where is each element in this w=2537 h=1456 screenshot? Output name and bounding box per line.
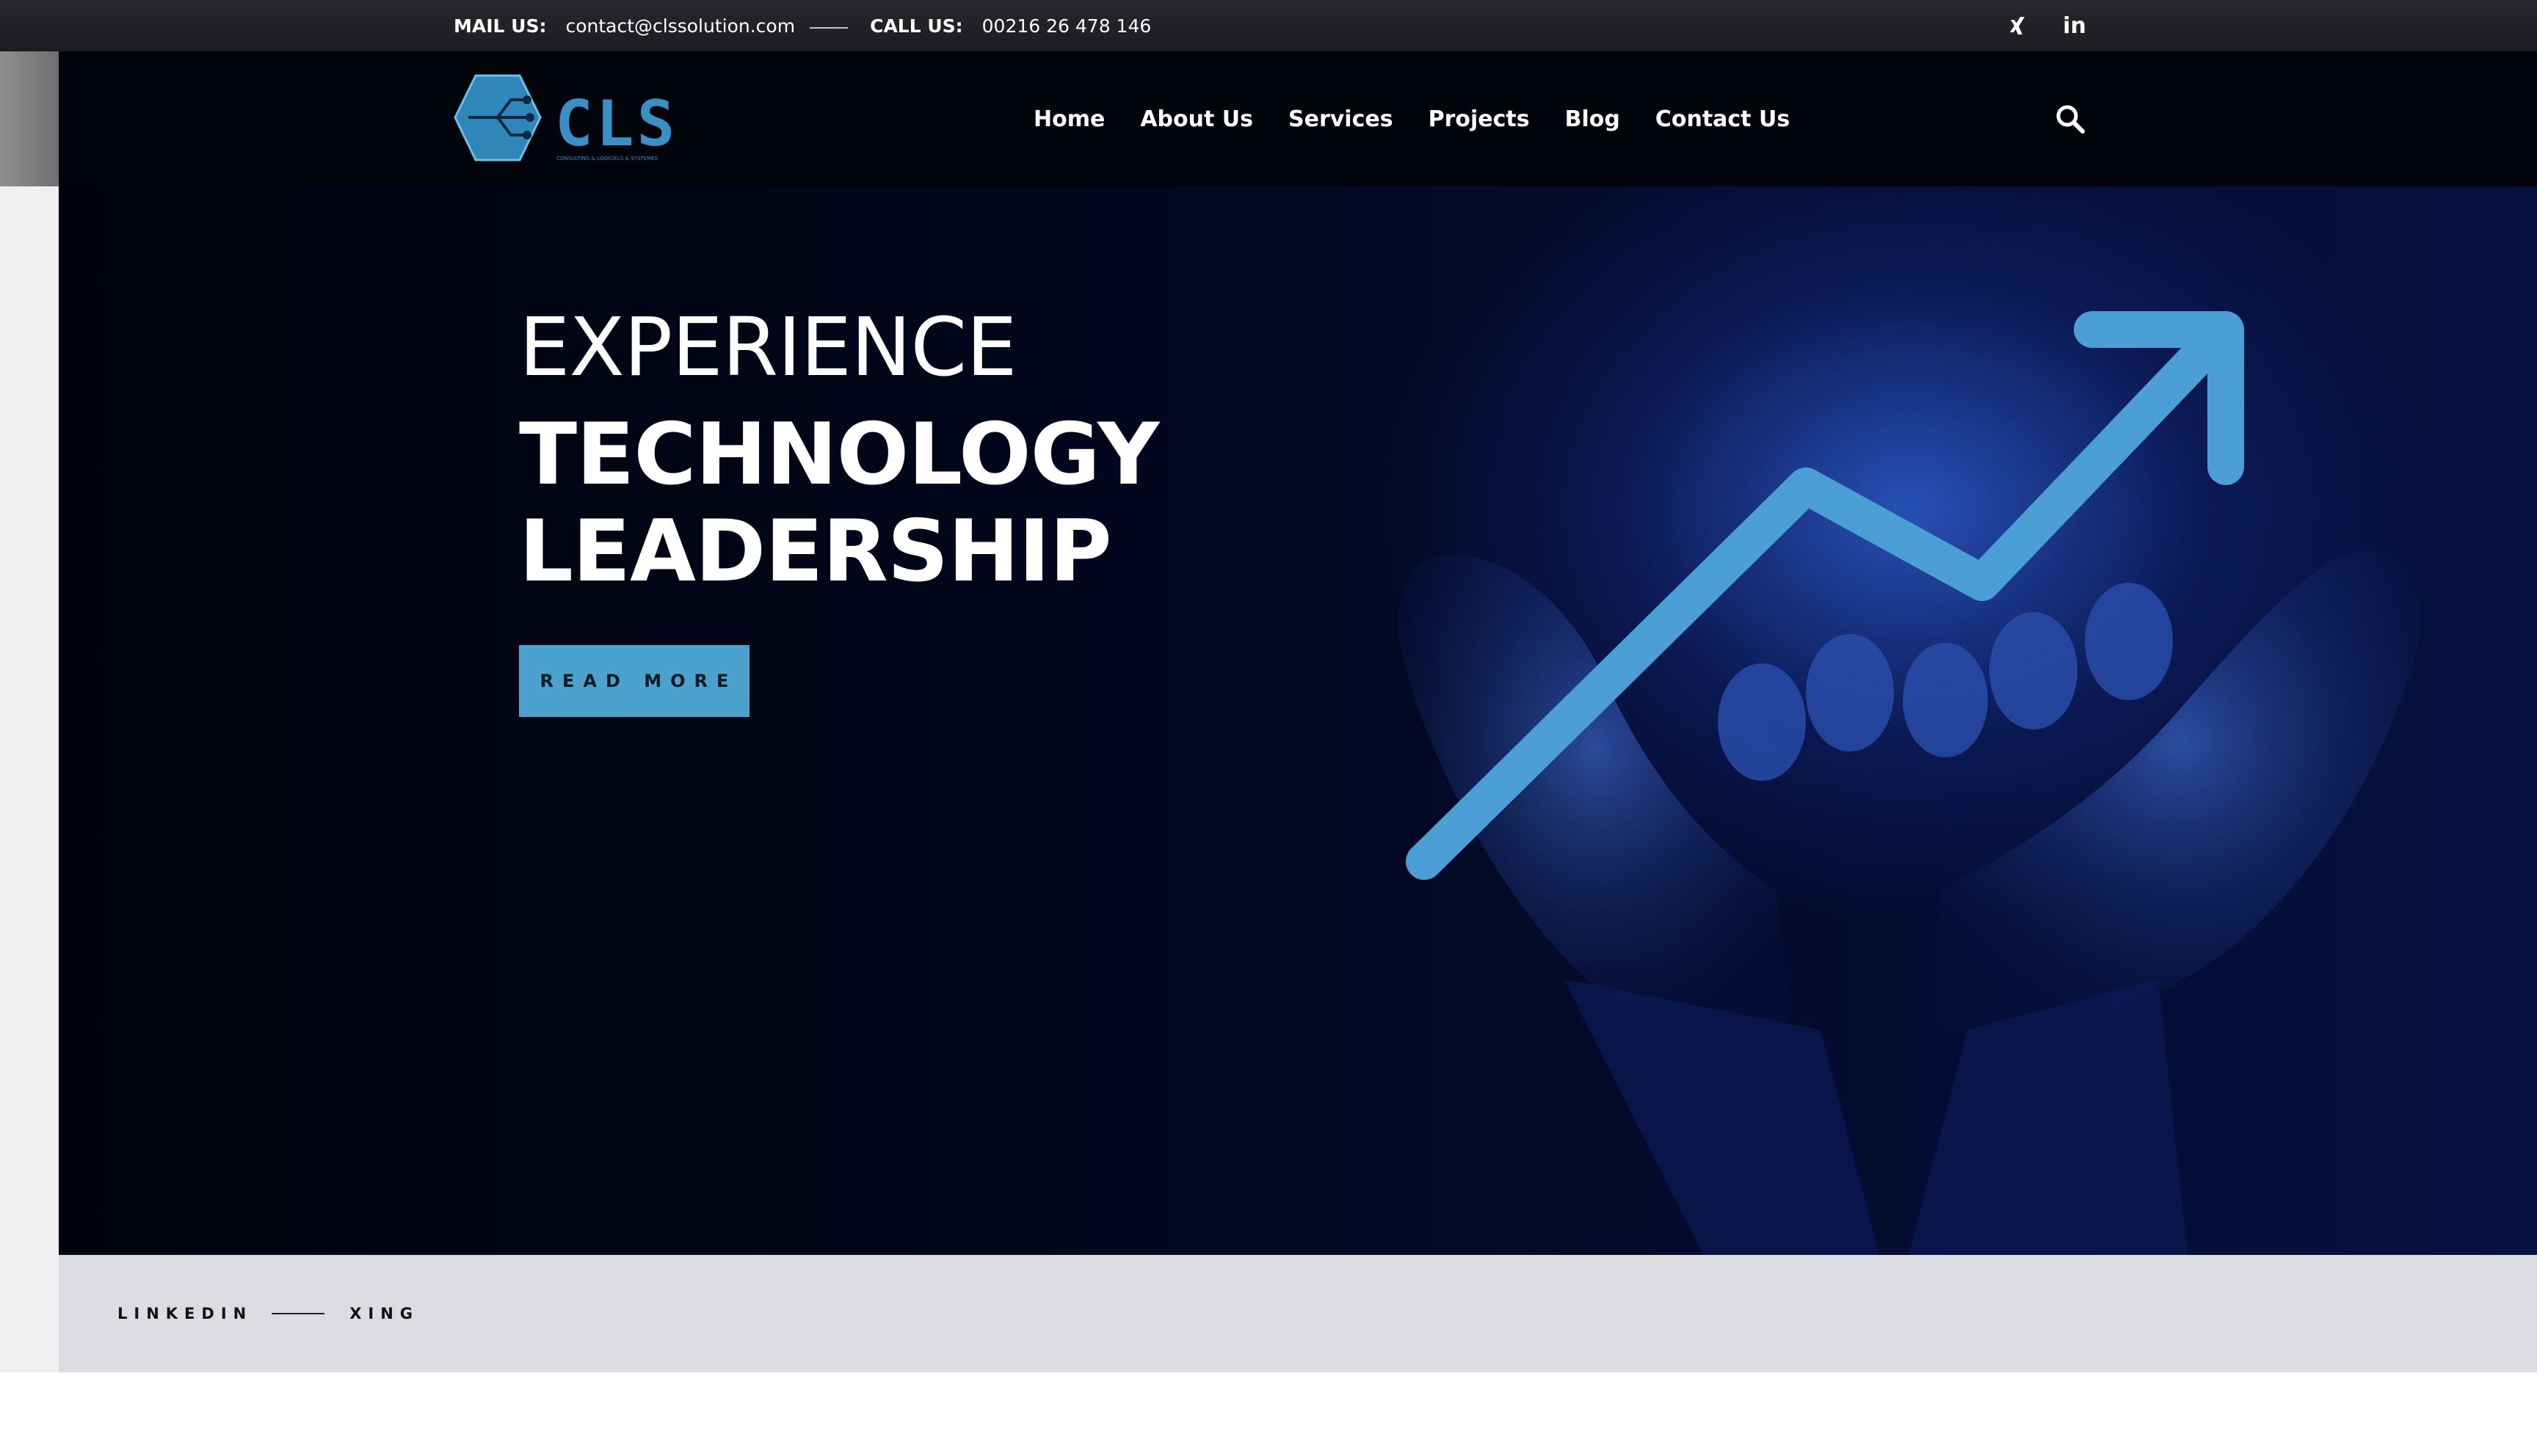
fingertips [1718,583,2173,781]
xing-link[interactable]: XING [349,1305,419,1322]
nav-services[interactable]: Services [1288,106,1393,132]
nav-contact-us[interactable]: Contact Us [1655,106,1790,132]
nav-about-us[interactable]: About Us [1140,106,1253,132]
nav-projects[interactable]: Projects [1429,106,1530,132]
left-edge-strip [0,51,59,1372]
nav-home[interactable]: Home [1034,106,1105,132]
hands-arrow-illustration [1398,311,2421,1255]
left-hand [1398,556,1791,1041]
nav-blog[interactable]: Blog [1565,106,1620,132]
top-contact-bar: MAIL US: contact@clssolution.com CALL US… [0,0,2537,51]
linkedin-icon[interactable]: in [2058,0,2091,51]
contact-divider [810,27,849,29]
cls-logo[interactable]: CLS CONSULTING & LOGICIELS & SYSTEMES [454,72,707,164]
left-wrist [1564,979,1879,1255]
linkedin-link[interactable]: LINKEDIN [117,1305,253,1322]
social-divider [272,1313,325,1314]
contact-info: MAIL US: contact@clssolution.com CALL US… [454,0,1151,51]
hero-banner: EXPERIENCE TECHNOLOGY LEADERSHIP READ MO… [59,186,2537,1255]
logo-tagline: CONSULTING & LOGICIELS & SYSTEMES [556,156,658,161]
mail-label: MAIL US: [454,15,547,37]
call-label: CALL US: [870,15,963,37]
phone-link[interactable]: 00216 26 478 146 [982,15,1152,37]
hero-title-line2: LEADERSHIP [519,502,1112,601]
main-nav: Home About Us Services Projects Blog Con… [1034,51,1825,186]
social-strip: LINKEDIN XING [59,1255,2537,1372]
search-icon[interactable] [2054,103,2086,135]
hero-title-line1: TECHNOLOGY [519,405,1159,504]
xing-icon-glyph [2010,17,2025,34]
xing-icon[interactable] [2003,0,2032,51]
logo-wordmark: CLS [555,87,678,161]
hero-subtitle: EXPERIENCE [519,300,1017,394]
social-links: LINKEDIN XING [117,1255,419,1372]
read-more-button[interactable]: READ MORE [519,645,750,717]
left-edge-shade [0,51,59,186]
mail-link[interactable]: contact@clssolution.com [565,15,795,37]
